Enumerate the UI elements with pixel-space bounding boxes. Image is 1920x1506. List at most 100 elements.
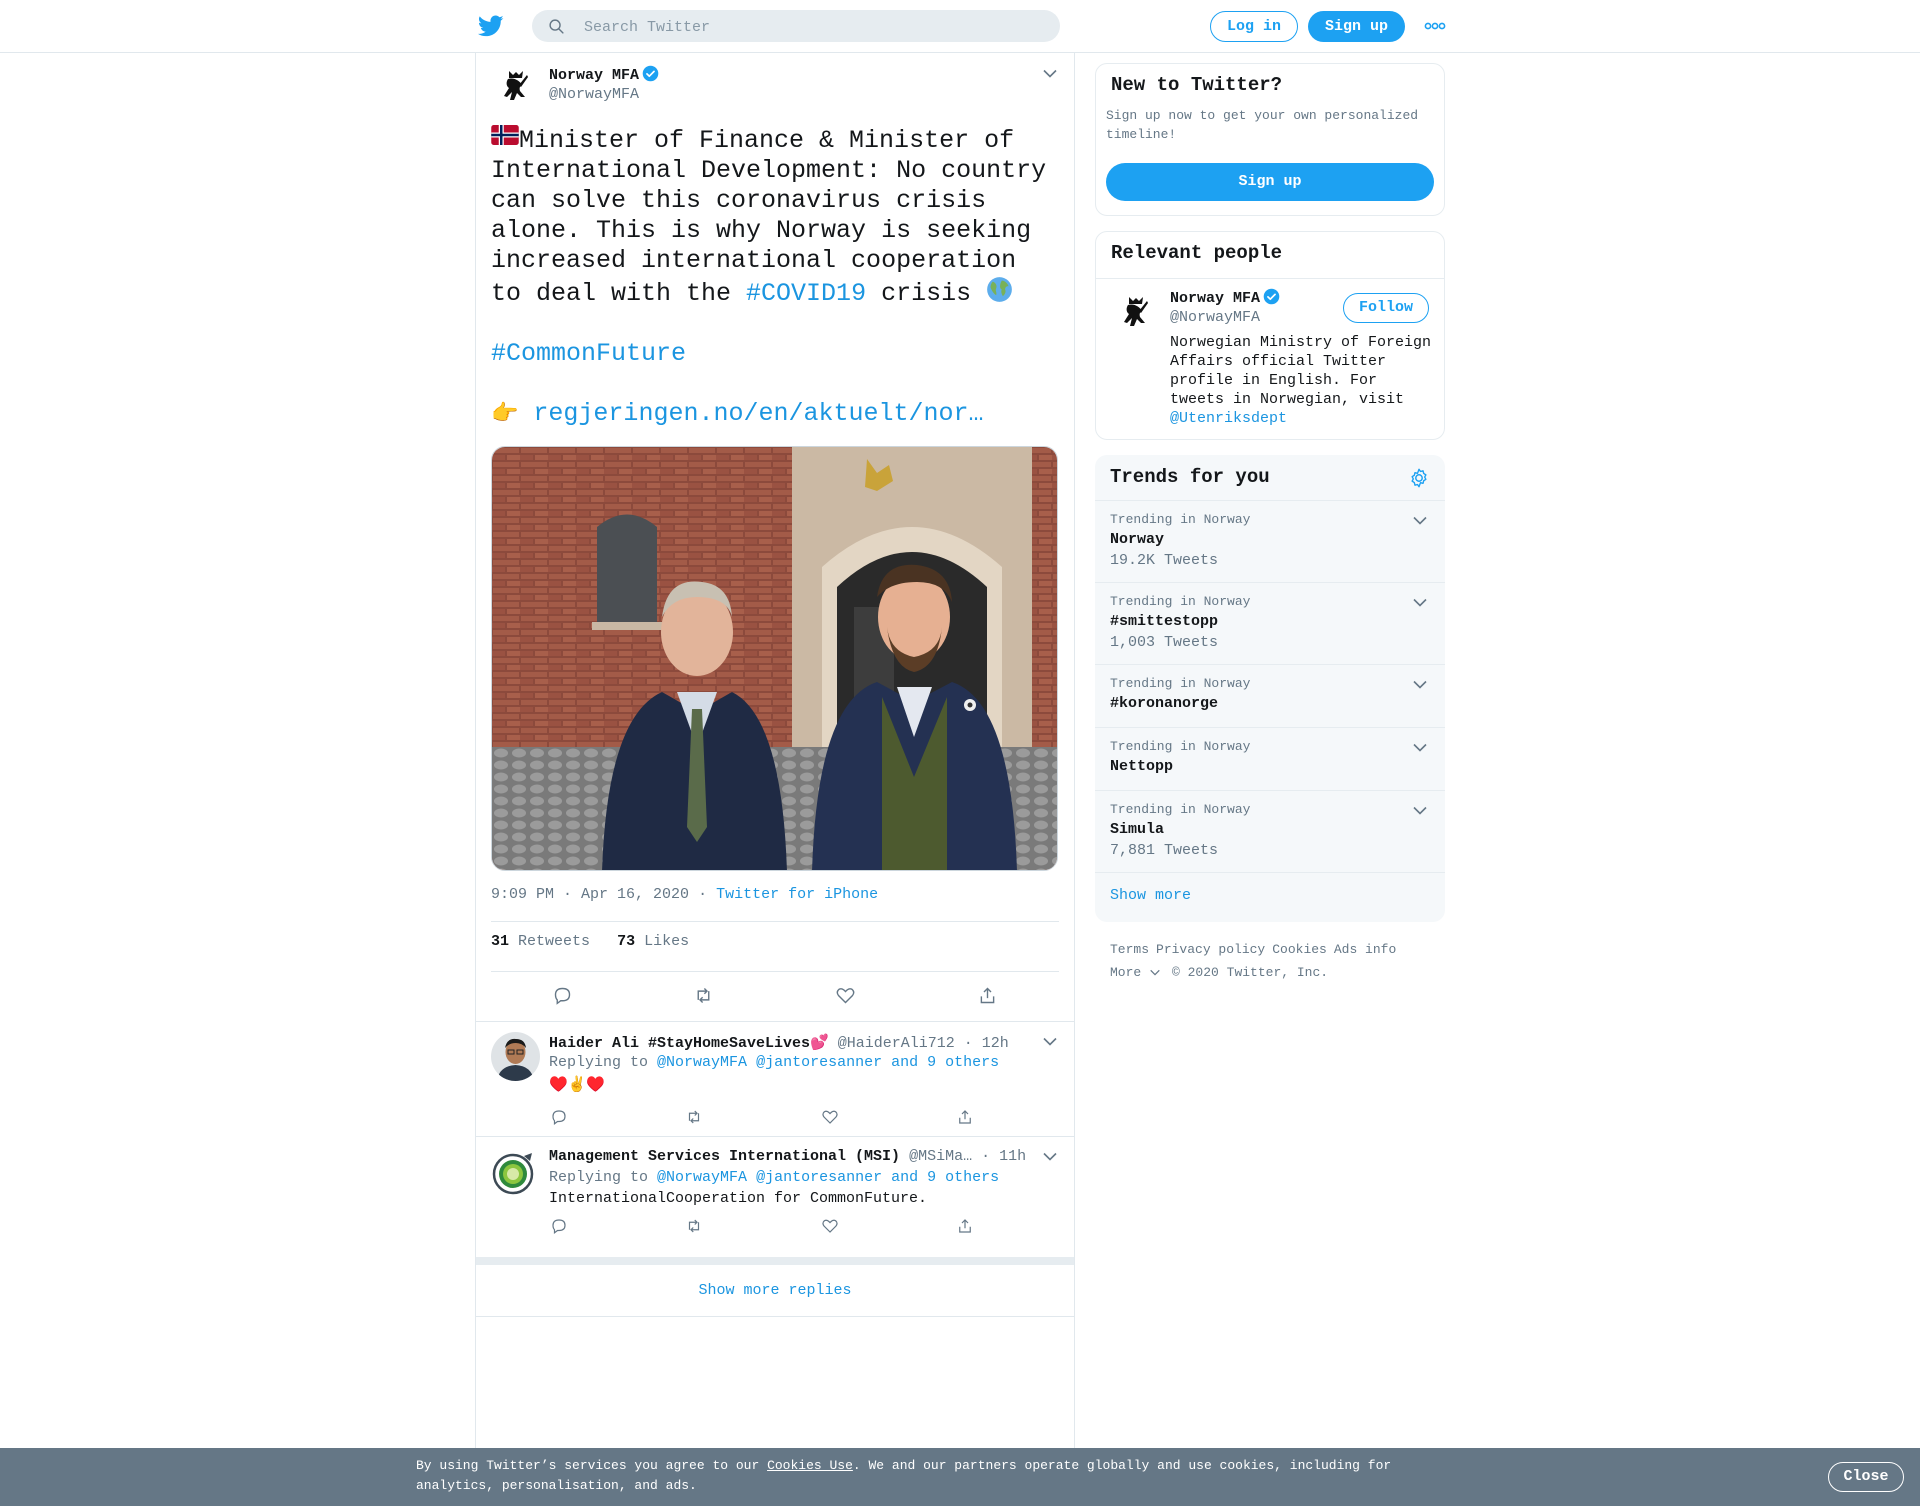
person-avatar[interactable] (1111, 289, 1160, 338)
reply-icon[interactable] (550, 1217, 568, 1235)
reply-tweet[interactable]: Management Services International (MSI) … (476, 1136, 1074, 1249)
footer-link-ads-info[interactable]: Ads info (1334, 942, 1396, 957)
photo-two-men-image (492, 447, 1057, 870)
share-icon[interactable] (977, 985, 998, 1006)
trend-item[interactable]: Trending in Norway Nettopp (1095, 727, 1445, 790)
trend-count: 7,881 Tweets (1110, 842, 1219, 859)
retweets-count[interactable]: 31 (491, 933, 509, 950)
chevron-down-icon[interactable] (1043, 1152, 1057, 1161)
search-input[interactable] (582, 10, 1046, 44)
trend-name[interactable]: Norway (1110, 531, 1164, 548)
chevron-down-icon[interactable] (1413, 516, 1427, 525)
author-name[interactable]: Norway MFA (549, 65, 659, 84)
reply-time[interactable]: · 11h (981, 1148, 1026, 1165)
like-icon[interactable] (821, 1217, 839, 1235)
relevant-people-card: Relevant people Norway MFA @NorwayMFA Fo… (1095, 231, 1445, 440)
chevron-down-icon[interactable] (1043, 69, 1057, 78)
trend-name[interactable]: #koronanorge (1110, 695, 1218, 712)
replying-to: Replying to @NorwayMFA @jantoresanner an… (549, 1054, 999, 1071)
search-box[interactable] (532, 10, 1060, 44)
share-icon[interactable] (956, 1217, 974, 1235)
trend-name[interactable]: Simula (1110, 821, 1164, 838)
reply-avatar[interactable] (491, 1147, 540, 1196)
new-to-twitter-title: New to Twitter? (1111, 74, 1283, 96)
twitter-logo-icon[interactable] (478, 13, 504, 39)
chevron-down-icon[interactable] (1413, 743, 1427, 752)
tweet-source[interactable]: Twitter for iPhone (716, 886, 878, 903)
tweet-timestamp[interactable]: 9:09 PM · Apr 16, 2020 (491, 886, 689, 903)
more-options-icon[interactable] (1424, 20, 1446, 32)
share-icon[interactable] (956, 1108, 974, 1126)
chevron-down-icon[interactable] (1413, 806, 1427, 815)
author-avatar[interactable] (491, 63, 540, 112)
chevron-down-icon[interactable] (1413, 598, 1427, 607)
divider (491, 971, 1059, 972)
chevron-down-icon[interactable] (1043, 1037, 1057, 1046)
likes-count[interactable]: 73 (617, 933, 635, 950)
replying-to-users[interactable]: @NorwayMFA @jantoresanner and 9 others (657, 1169, 999, 1186)
settings-gear-icon[interactable] (1408, 467, 1430, 489)
verified-badge-icon (1263, 288, 1280, 305)
signup-button-large[interactable]: Sign up (1106, 163, 1434, 201)
new-to-twitter-desc: Sign up now to get your own personalized… (1106, 108, 1419, 142)
trend-context: Trending in Norway (1110, 739, 1251, 754)
reply-author-handle[interactable]: @MSiMa… (909, 1148, 972, 1165)
follow-button[interactable]: Follow (1343, 293, 1429, 323)
replying-to-label: Replying to (549, 1054, 649, 1071)
reply-time[interactable]: · 12h (964, 1035, 1009, 1052)
close-cookie-banner-button[interactable]: Close (1828, 1462, 1904, 1492)
retweet-icon[interactable] (693, 985, 714, 1006)
replying-to-users[interactable]: @NorwayMFA @jantoresanner and 9 others (657, 1054, 999, 1071)
reply-avatar[interactable] (491, 1032, 540, 1081)
like-icon[interactable] (835, 985, 856, 1006)
reply-icon[interactable] (552, 985, 573, 1006)
login-button[interactable]: Log in (1210, 11, 1298, 42)
trend-item[interactable]: Trending in Norway #koronanorge (1095, 664, 1445, 727)
bio-mention-link[interactable]: @Utenriksdept (1170, 410, 1287, 427)
author-name-text[interactable]: Norway MFA (549, 67, 639, 84)
like-icon[interactable] (821, 1108, 839, 1126)
cookie-text-before: By using Twitter’s services you agree to… (416, 1458, 768, 1473)
footer-link-terms[interactable]: Terms (1110, 942, 1149, 957)
trend-name[interactable]: #smittestopp (1110, 613, 1218, 630)
trend-item[interactable]: Trending in Norway Simula 7,881 Tweets (1095, 790, 1445, 872)
footer-more[interactable]: More (1110, 965, 1160, 980)
replying-to-label: Replying to (549, 1169, 649, 1186)
reply-tweet[interactable]: Haider Ali #StayHomeSaveLives💕 @HaiderAl… (476, 1021, 1074, 1136)
retweets-label[interactable]: Retweets (518, 933, 590, 950)
trend-name[interactable]: Nettopp (1110, 758, 1173, 775)
trends-card: Trends for you Trending in Norway Norway… (1095, 455, 1445, 922)
footer-links: Terms Privacy policy Cookies Ads info More … (1110, 938, 1430, 984)
hashtag-commonfuture[interactable]: #CommonFuture (491, 339, 686, 368)
chevron-down-icon[interactable] (1413, 680, 1427, 689)
retweet-icon[interactable] (685, 1217, 703, 1235)
retweet-icon[interactable] (685, 1108, 703, 1126)
trends-show-more[interactable]: Show more (1095, 872, 1445, 922)
reply-author-handle[interactable]: @HaiderAli712 (838, 1035, 955, 1052)
cookies-use-link[interactable]: Cookies Use (767, 1458, 853, 1473)
footer-link-privacy[interactable]: Privacy policy (1156, 942, 1265, 957)
reply-author[interactable]: Management Services International (MSI) … (549, 1148, 1026, 1165)
footer-copyright: © 2020 Twitter, Inc. (1172, 965, 1329, 980)
trends-show-more-link[interactable]: Show more (1110, 887, 1191, 904)
footer-link-cookies[interactable]: Cookies (1272, 942, 1327, 957)
msi-logo-icon (491, 1147, 540, 1196)
reply-icon[interactable] (550, 1108, 568, 1126)
trend-item[interactable]: Trending in Norway Norway 19.2K Tweets (1095, 500, 1445, 582)
trend-item[interactable]: Trending in Norway #smittestopp 1,003 Tw… (1095, 582, 1445, 664)
person-name-text[interactable]: Norway MFA (1170, 290, 1260, 307)
show-more-replies-button[interactable]: Show more replies (476, 1257, 1074, 1317)
tweet-link[interactable]: regjeringen.no/en/aktuelt/nor… (533, 399, 983, 428)
reply-author-name[interactable]: Management Services International (MSI) (549, 1148, 900, 1165)
person-name[interactable]: Norway MFA (1170, 288, 1280, 307)
reply-author-name[interactable]: Haider Ali #StayHomeSaveLives💕 (549, 1035, 829, 1052)
tweet-stats: 31 Retweets 73 Likes (491, 933, 689, 950)
reply-author[interactable]: Haider Ali #StayHomeSaveLives💕 @HaiderAl… (549, 1033, 1009, 1052)
signup-button[interactable]: Sign up (1308, 11, 1405, 42)
footer-more-label[interactable]: More (1110, 965, 1141, 980)
hashtag-covid19[interactable]: #COVID19 (746, 279, 866, 308)
tweet-photo[interactable] (491, 446, 1058, 871)
likes-label[interactable]: Likes (644, 933, 689, 950)
author-handle[interactable]: @NorwayMFA (549, 86, 639, 103)
person-handle[interactable]: @NorwayMFA (1170, 309, 1260, 326)
